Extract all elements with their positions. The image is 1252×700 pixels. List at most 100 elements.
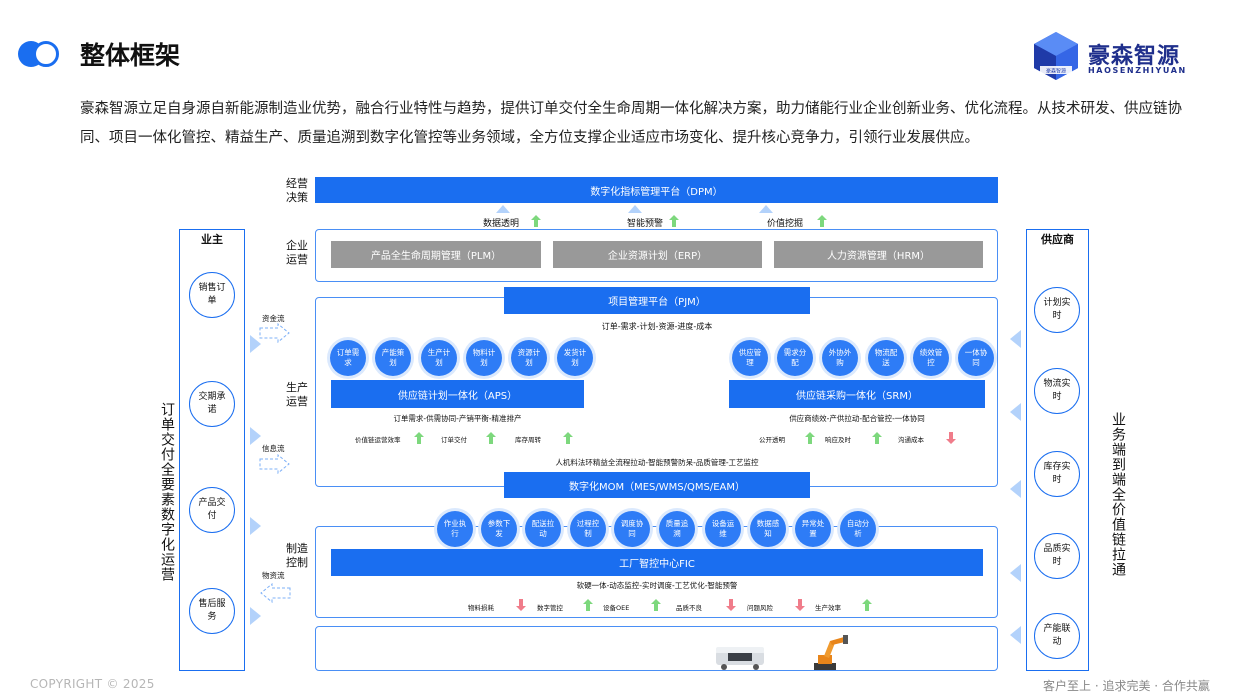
- triangle-left-marker: [1010, 564, 1021, 582]
- plm-system-bar: 产品全生命周期管理（PLM）: [331, 241, 541, 268]
- aps-node-resource-plan: 资源计划: [511, 340, 547, 376]
- slogan-text: 客户至上 · 追求完美 · 合作共赢: [1043, 677, 1210, 694]
- hrm-system-bar: 人力资源管理（HRM）: [774, 241, 983, 268]
- aps-node-order-demand: 订单需求: [330, 340, 366, 376]
- triangle-left-marker: [1010, 480, 1021, 498]
- owner-item-sales-order: 销售订单: [189, 272, 235, 318]
- triangle-left-marker: [1010, 330, 1021, 348]
- srm-node-logistics: 物流配送: [868, 340, 904, 376]
- mfg-node-sensing: 数据感知: [750, 511, 786, 547]
- page-title: 整体框架: [80, 36, 180, 72]
- mfg-node-traceability: 质量追溯: [659, 511, 695, 547]
- arrow-up-green-icon: [817, 215, 827, 227]
- arrow-up-green-icon: [531, 215, 541, 227]
- mfg-node-maintenance: 设备运维: [705, 511, 741, 547]
- mfg-metric-defect: 品质不良: [676, 602, 702, 612]
- triangle-up-marker: [628, 205, 642, 213]
- mfg-node-operation: 作业执行: [437, 511, 473, 547]
- arrow-down-red-icon: [795, 599, 805, 611]
- arrow-up-green-icon: [862, 599, 872, 611]
- arrow-up-green-icon: [669, 215, 679, 227]
- flow-arrow-right-icon: [259, 323, 291, 343]
- srm-node-supply-mgmt: 供应管理: [732, 340, 768, 376]
- aps-metric-turnover: 库存周转: [515, 434, 541, 444]
- flow-label-info: 信息流: [262, 443, 285, 454]
- aps-metric-efficiency: 价值链运营效率: [355, 434, 401, 444]
- srm-node-performance: 绩效管控: [913, 340, 949, 376]
- mom-caption: 人机料法环精益全流程拉动-智能预警防呆-品质管理-工艺监控: [504, 457, 810, 468]
- triangle-right-marker: [250, 607, 261, 625]
- mfg-node-analysis: 自动分析: [840, 511, 876, 547]
- supplier-item-logistics: 物流实时: [1034, 368, 1080, 414]
- flow-label-material: 物资流: [262, 570, 285, 581]
- owner-item-delivery-promise: 交期承诺: [189, 381, 235, 427]
- supplier-panel-title: 供应商: [1026, 232, 1089, 246]
- layer-label-manufacturing: 制造控制: [282, 542, 312, 570]
- triangle-left-marker: [1010, 403, 1021, 421]
- mfg-metric-risk: 问题风险: [747, 602, 773, 612]
- supplier-item-plan: 计划实时: [1034, 287, 1080, 333]
- mfg-node-process-control: 过程控制: [570, 511, 606, 547]
- fic-caption: 软硬一体-动态监控-实时调度-工艺优化-智能预警: [331, 580, 983, 591]
- aps-metric-delivery: 订单交付: [441, 434, 467, 444]
- arrow-down-red-icon: [946, 432, 956, 444]
- arrow-up-green-icon: [872, 432, 882, 444]
- layer-label-production: 生产运营: [282, 381, 312, 409]
- industrial-robot-arm-icon: [806, 631, 850, 671]
- owner-panel-title: 业主: [179, 232, 245, 246]
- logo-icon: 豪森智源: [1030, 30, 1082, 82]
- equipment-section: [315, 626, 998, 671]
- srm-bar: 供应链采购一体化（SRM）: [729, 380, 985, 408]
- layer-label-decision: 经营决策: [282, 177, 312, 205]
- pjm-platform-bar: 项目管理平台（PJM）: [504, 287, 810, 314]
- aps-node-material-plan: 物料计划: [466, 340, 502, 376]
- mfg-metric-digital-control: 数字管控: [537, 602, 563, 612]
- arrow-down-red-icon: [516, 599, 526, 611]
- owner-item-after-sales: 售后服务: [189, 588, 235, 634]
- srm-node-collaboration: 一体协同: [958, 340, 994, 376]
- mfg-node-exception: 异常处置: [795, 511, 831, 547]
- triangle-left-marker: [1010, 626, 1021, 644]
- copyright-text: COPYRIGHT © 2025: [30, 677, 155, 691]
- supplier-item-inventory: 库存实时: [1034, 451, 1080, 497]
- aps-caption: 订单需求-供需协同-产销平衡-精准排产: [331, 413, 584, 424]
- arrow-up-green-icon: [805, 432, 815, 444]
- decision-feature-warning: 智能预警: [627, 216, 663, 229]
- pjm-caption: 订单-需求-计划-资源-进度-成本: [504, 320, 810, 332]
- triangle-right-marker: [250, 517, 261, 535]
- srm-caption: 供应商绩效-产供拉动-配合管控-一体协同: [729, 413, 985, 424]
- header-dot-ring: [33, 41, 59, 67]
- mfg-node-distribution: 配送拉动: [525, 511, 561, 547]
- agv-robot-icon: [712, 641, 768, 671]
- srm-metric-response: 响应及时: [825, 434, 851, 444]
- arrow-up-green-icon: [651, 599, 661, 611]
- decision-feature-transparency: 数据透明: [483, 216, 519, 229]
- logo-badge: 豪森智源: [1046, 68, 1066, 75]
- srm-node-demand-alloc: 需求分配: [777, 340, 813, 376]
- mfg-metric-efficiency: 生产效率: [815, 602, 841, 612]
- layer-label-enterprise: 企业运营: [282, 239, 312, 267]
- arrow-up-green-icon: [583, 599, 593, 611]
- logo-subtext: HAOSENZHIYUAN: [1088, 66, 1187, 75]
- mfg-metric-material-loss: 物料损耗: [468, 602, 494, 612]
- mfg-node-parameter: 参数下发: [481, 511, 517, 547]
- dpm-platform-bar: 数字化指标管理平台（DPM）: [315, 177, 998, 203]
- srm-node-outsourcing: 外协外购: [822, 340, 858, 376]
- flow-arrow-right-icon: [259, 454, 291, 474]
- srm-metric-transparency: 公开透明: [759, 434, 785, 444]
- erp-system-bar: 企业资源计划（ERP）: [553, 241, 762, 268]
- arrow-up-green-icon: [486, 432, 496, 444]
- fic-bar: 工厂智控中心FIC: [331, 549, 983, 576]
- srm-metric-cost: 沟通成本: [898, 434, 924, 444]
- aps-bar: 供应链计划一体化（APS）: [331, 380, 584, 408]
- flow-arrow-left-icon: [259, 583, 291, 603]
- supplier-vertical-label: 业务端到端全价值链拉通: [1108, 412, 1128, 577]
- triangle-right-marker: [250, 427, 261, 445]
- aps-node-production-plan: 生产计划: [421, 340, 457, 376]
- mom-platform-bar: 数字化MOM（MES/WMS/QMS/EAM）: [504, 472, 810, 498]
- arrow-up-green-icon: [563, 432, 573, 444]
- aps-node-capacity-plan: 产能策划: [375, 340, 411, 376]
- triangle-up-marker: [759, 205, 773, 213]
- owner-item-product-delivery: 产品交付: [189, 487, 235, 533]
- arrow-down-red-icon: [726, 599, 736, 611]
